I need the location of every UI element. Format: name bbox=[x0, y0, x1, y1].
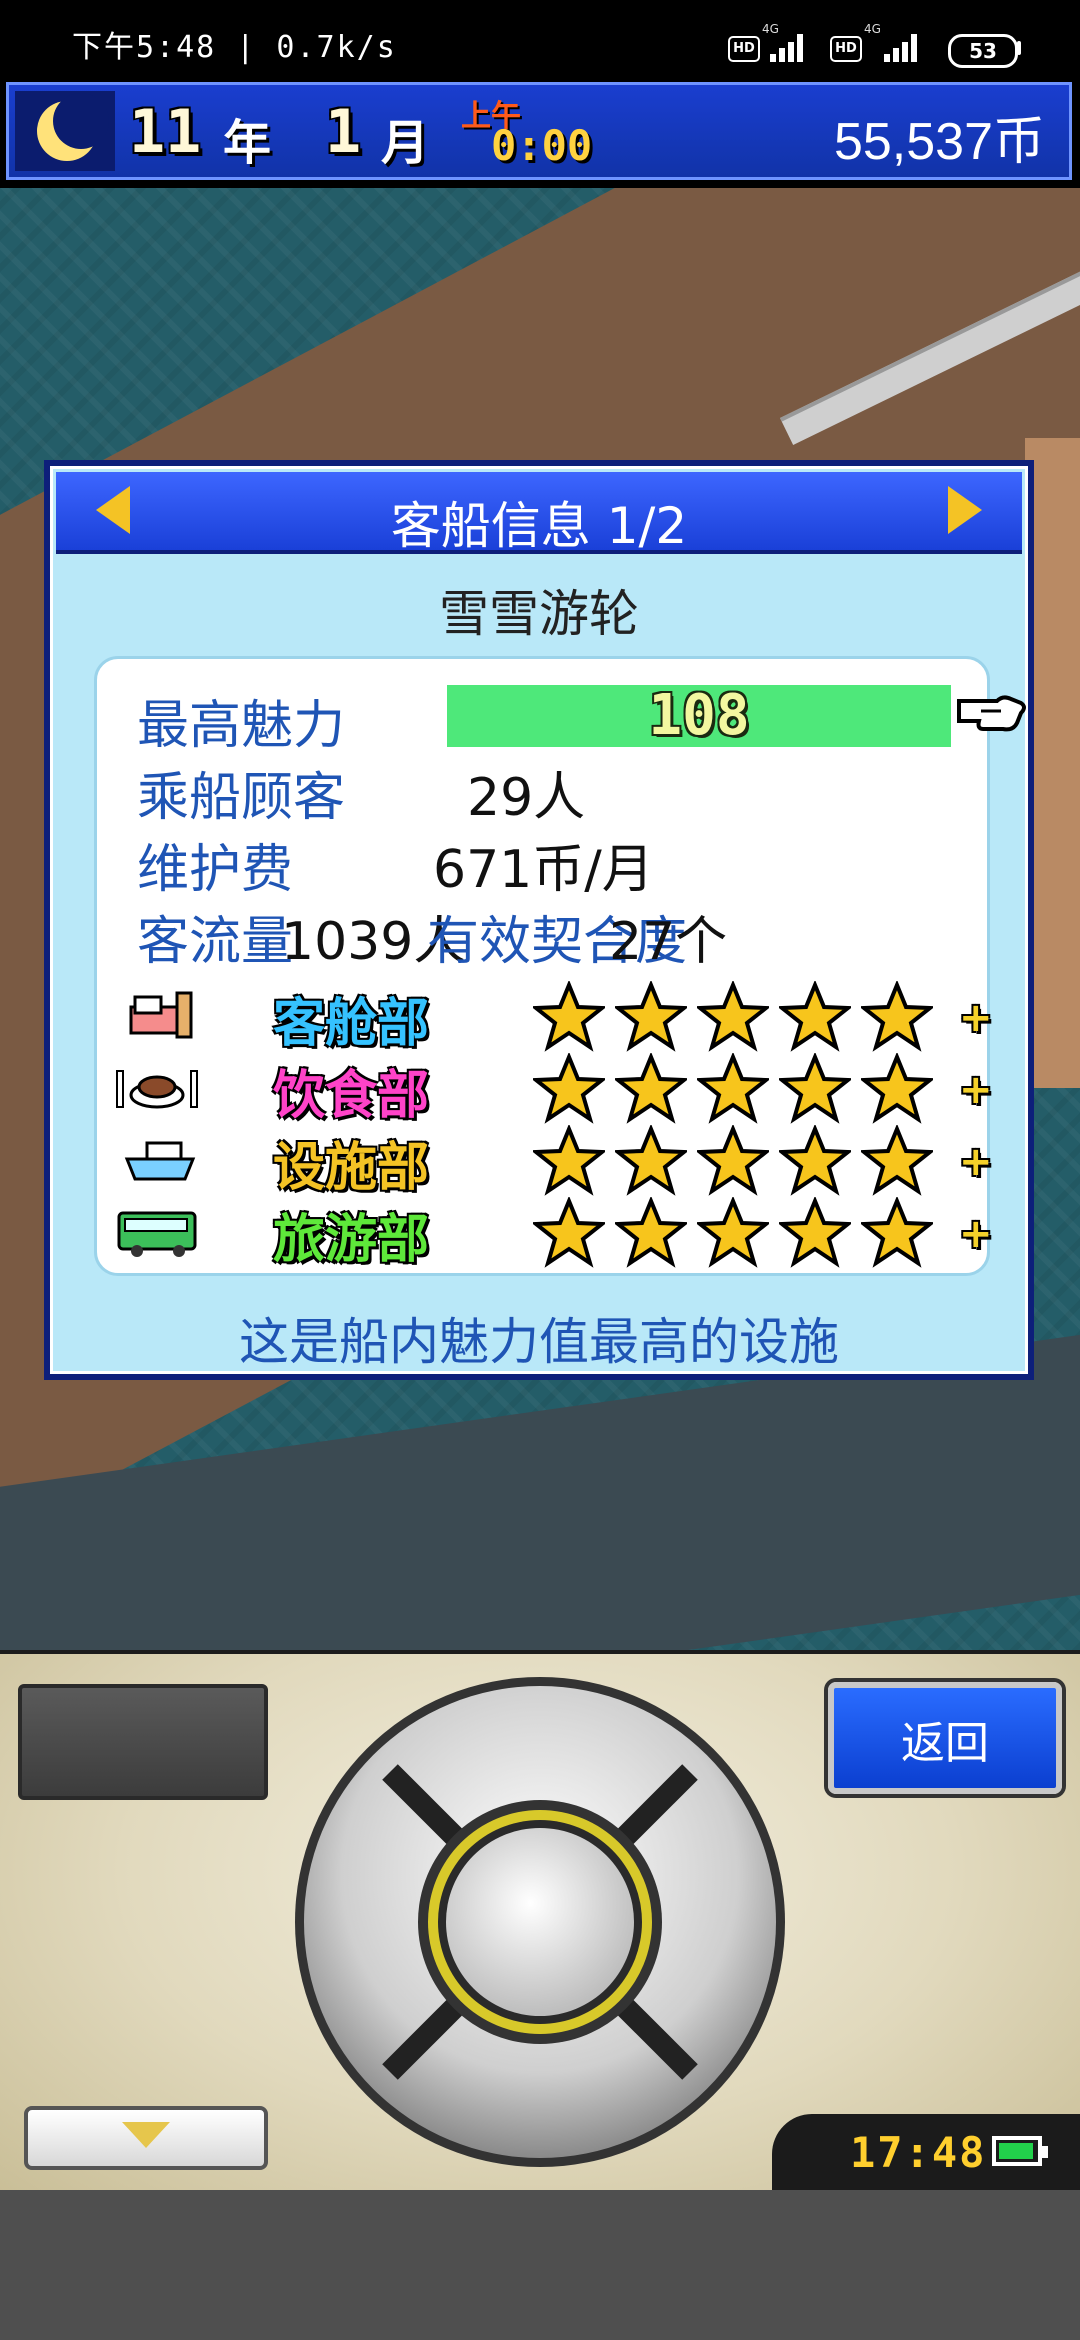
money-counter: 55,537币 bbox=[833, 113, 1045, 171]
maintenance-label: 维护费 bbox=[137, 840, 294, 900]
star-icon bbox=[858, 1123, 936, 1197]
game-header-frame: 11 年 1 月 上午 0:00 55,537币 bbox=[6, 82, 1072, 180]
star-icon bbox=[530, 1123, 608, 1197]
star-icon bbox=[694, 1195, 772, 1269]
chevron-down-icon bbox=[122, 2122, 170, 2148]
max-charm-value: 108 bbox=[648, 683, 750, 748]
next-page-arrow-icon[interactable] bbox=[948, 486, 982, 534]
network-type-2: 4G bbox=[864, 22, 881, 36]
star-icon bbox=[776, 979, 854, 1053]
signal-strength-icon-2 bbox=[884, 30, 924, 62]
menu-slot-button[interactable] bbox=[18, 1684, 268, 1800]
star-icon bbox=[858, 1195, 936, 1269]
star-icon bbox=[694, 1051, 772, 1125]
star-icon bbox=[858, 979, 936, 1053]
star-rating-food bbox=[530, 1051, 953, 1125]
star-rating-tour bbox=[530, 1195, 953, 1269]
ship-name: 雪雪游轮 bbox=[439, 585, 639, 643]
pointing-hand-icon bbox=[957, 689, 1027, 733]
dept-row-facility[interactable]: 设施部 + bbox=[113, 1123, 993, 1198]
dept-name-facility: 设施部 bbox=[273, 1138, 430, 1198]
signal-strength-icon bbox=[770, 30, 810, 62]
combo-value: 27个 bbox=[609, 912, 728, 972]
star-rating-cabin bbox=[530, 979, 953, 1053]
controller-clock: 17:48 bbox=[850, 2128, 987, 2177]
plus-icon[interactable]: + bbox=[959, 1139, 993, 1185]
month-unit: 月 bbox=[381, 115, 430, 171]
dept-name-food: 饮食部 bbox=[273, 1066, 430, 1126]
bus-icon bbox=[113, 1201, 203, 1263]
panel-header: 客船信息 1/2 bbox=[56, 472, 1022, 555]
facility-hint-text: 这是船内魅力值最高的设施 bbox=[239, 1313, 839, 1371]
bottom-bezel bbox=[0, 2190, 1080, 2340]
panel-title: 客船信息 1/2 bbox=[390, 497, 688, 555]
scroll-down-button[interactable] bbox=[24, 2106, 268, 2170]
back-button[interactable]: 返回 bbox=[828, 1682, 1062, 1794]
battery-tip bbox=[1017, 41, 1021, 55]
plus-icon[interactable]: + bbox=[959, 1211, 993, 1257]
dept-name-tour: 旅游部 bbox=[273, 1210, 430, 1270]
star-icon bbox=[612, 979, 690, 1053]
year-unit: 年 bbox=[223, 115, 272, 171]
dept-row-tour[interactable]: 旅游部 + bbox=[113, 1195, 993, 1270]
plus-icon[interactable]: + bbox=[959, 1067, 993, 1113]
game-header: 11 年 1 月 上午 0:00 55,537币 bbox=[0, 78, 1080, 188]
virtual-controller: 返回 17:48 bbox=[0, 1650, 1080, 2194]
star-icon bbox=[694, 979, 772, 1053]
star-icon bbox=[776, 1123, 854, 1197]
directional-pad[interactable] bbox=[290, 1672, 790, 2172]
star-icon bbox=[776, 1195, 854, 1269]
hd-badge-1: HD bbox=[728, 36, 760, 62]
ship-icon bbox=[113, 1129, 203, 1191]
controller-clock-panel: 17:48 bbox=[772, 2114, 1080, 2194]
battery-icon: 53 bbox=[948, 34, 1018, 68]
battery-icon bbox=[992, 2136, 1042, 2166]
star-icon bbox=[530, 1051, 608, 1125]
max-charm-bar: 108 bbox=[447, 683, 951, 748]
food-plate-icon bbox=[113, 1057, 203, 1119]
ship-info-panel: 客船信息 1/2 雪雪游轮 最高魅力 108 乘船顾客 29人 维护费 671币… bbox=[44, 460, 1034, 1380]
star-icon bbox=[612, 1195, 690, 1269]
star-icon bbox=[612, 1051, 690, 1125]
hd-badge-2: HD bbox=[830, 36, 862, 62]
dept-row-food[interactable]: 饮食部 + bbox=[113, 1051, 993, 1126]
dept-name-cabin: 客舱部 bbox=[273, 994, 430, 1054]
year-number: 11 bbox=[129, 97, 202, 167]
month-number: 1 bbox=[325, 97, 362, 167]
battery-tip bbox=[1042, 2146, 1048, 2158]
star-rating-facility bbox=[530, 1123, 953, 1197]
star-icon bbox=[776, 1051, 854, 1125]
status-time-speed: 下午5:48 | 0.7k/s bbox=[72, 30, 397, 65]
game-clock: 0:00 bbox=[491, 121, 593, 170]
maintenance-value: 671币/月 bbox=[433, 840, 654, 900]
dept-row-cabin[interactable]: 客舱部 + bbox=[113, 979, 993, 1054]
star-icon bbox=[694, 1123, 772, 1197]
star-icon bbox=[530, 1195, 608, 1269]
stats-box: 最高魅力 108 乘船顾客 29人 维护费 671币/月 客流量 1039人 有… bbox=[94, 656, 1026, 1276]
bed-icon bbox=[113, 985, 203, 1047]
system-status-bar: 下午5:48 | 0.7k/s HD 4G HD 4G 53 bbox=[0, 0, 1080, 78]
star-icon bbox=[530, 979, 608, 1053]
max-charm-label: 最高魅力 bbox=[137, 696, 346, 756]
traffic-label: 客流量 bbox=[137, 912, 294, 972]
star-icon bbox=[612, 1123, 690, 1197]
passengers-value: 29人 bbox=[467, 768, 586, 828]
crescent-moon-icon bbox=[15, 91, 115, 171]
passengers-label: 乘船顾客 bbox=[137, 768, 346, 828]
plus-icon[interactable]: + bbox=[959, 995, 993, 1041]
star-icon bbox=[858, 1051, 936, 1125]
